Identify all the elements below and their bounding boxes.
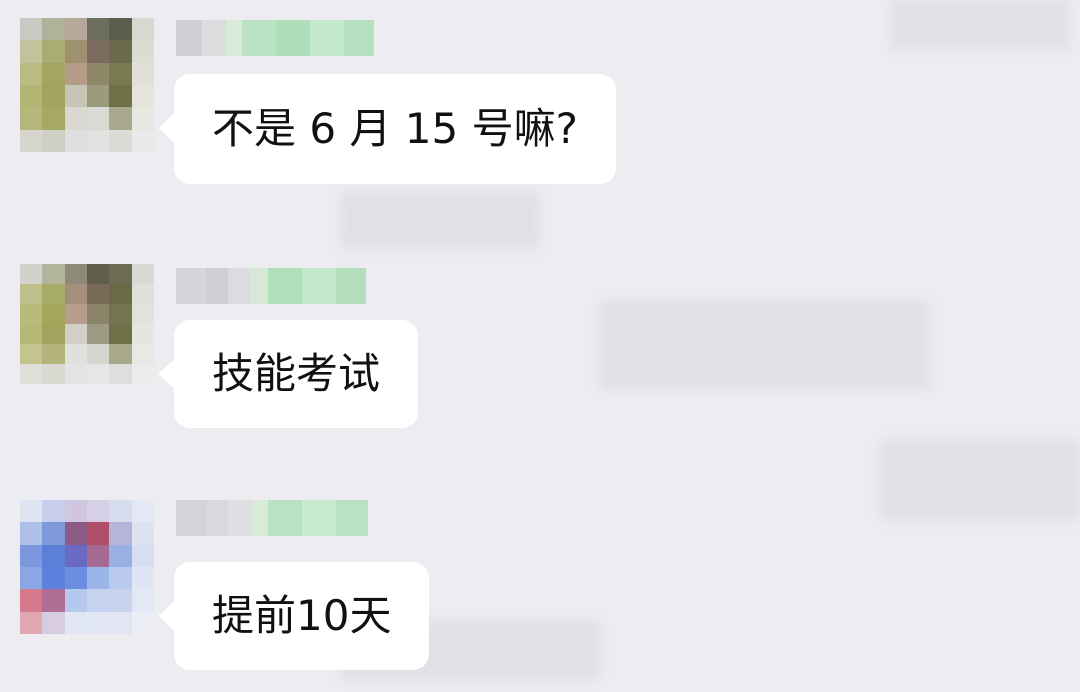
message-bubble[interactable]: 技能考试 — [157, 320, 419, 428]
message-text: 不是 6 月 15 号嘛? — [212, 104, 578, 153]
blurred-watermark — [890, 0, 1070, 50]
sender-name-blurred — [176, 268, 366, 304]
blurred-watermark — [880, 440, 1080, 520]
message-bubble[interactable]: 不是 6 月 15 号嘛? — [158, 74, 616, 184]
sender-name-blurred — [176, 500, 368, 536]
message-text: 提前10天 — [212, 591, 392, 640]
avatar[interactable] — [20, 264, 154, 384]
avatar[interactable] — [20, 18, 154, 152]
message-text: 技能考试 — [212, 349, 381, 398]
blurred-watermark — [340, 190, 540, 250]
sender-name-blurred — [176, 20, 374, 56]
blurred-watermark — [600, 300, 930, 390]
avatar[interactable] — [20, 500, 154, 634]
message-bubble[interactable]: 提前10天 — [157, 562, 430, 670]
